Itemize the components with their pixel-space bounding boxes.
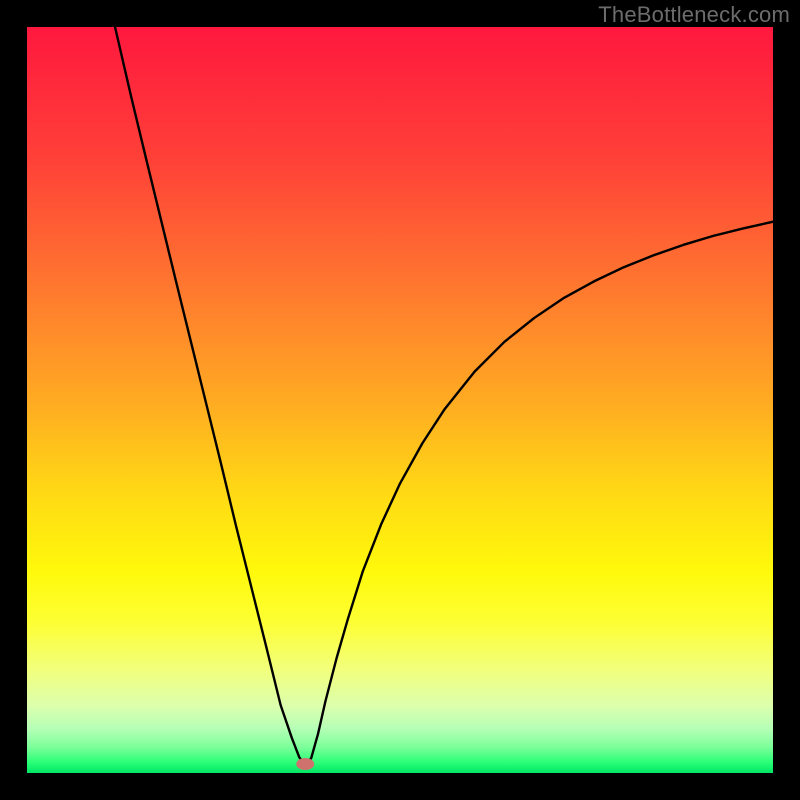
notch-marker bbox=[296, 758, 314, 770]
chart-frame: TheBottleneck.com bbox=[0, 0, 800, 800]
watermark-label: TheBottleneck.com bbox=[598, 2, 790, 28]
plot-area bbox=[27, 27, 773, 773]
gradient-background bbox=[27, 27, 773, 773]
plot-svg bbox=[27, 27, 773, 773]
